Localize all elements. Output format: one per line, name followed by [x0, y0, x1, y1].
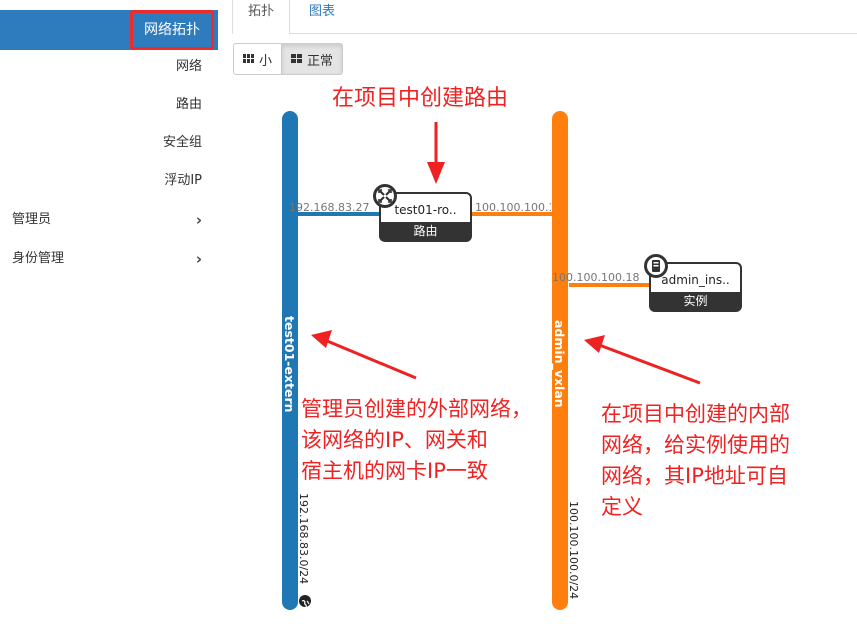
internal-annotation-line-1: 在项目中创建的内部 [601, 402, 790, 426]
internal-annotation-arrow [593, 341, 701, 385]
router-annotation: 在项目中创建路由 [332, 86, 509, 111]
internal-annotation-line-3: 网络，其IP地址可自 [601, 464, 788, 488]
external-annotation-arrow [319, 336, 417, 380]
external-annotation-line-2: 该网络的IP、网关和 [301, 428, 488, 452]
internal-annotation-line-4: 定义 [601, 495, 643, 519]
internal-annotation-line-2: 网络，给实例使用的 [601, 433, 790, 457]
external-annotation-line-3: 宿主机的网卡IP一致 [301, 459, 488, 483]
external-annotation-line-1: 管理员创建的外部网络， [301, 397, 532, 421]
